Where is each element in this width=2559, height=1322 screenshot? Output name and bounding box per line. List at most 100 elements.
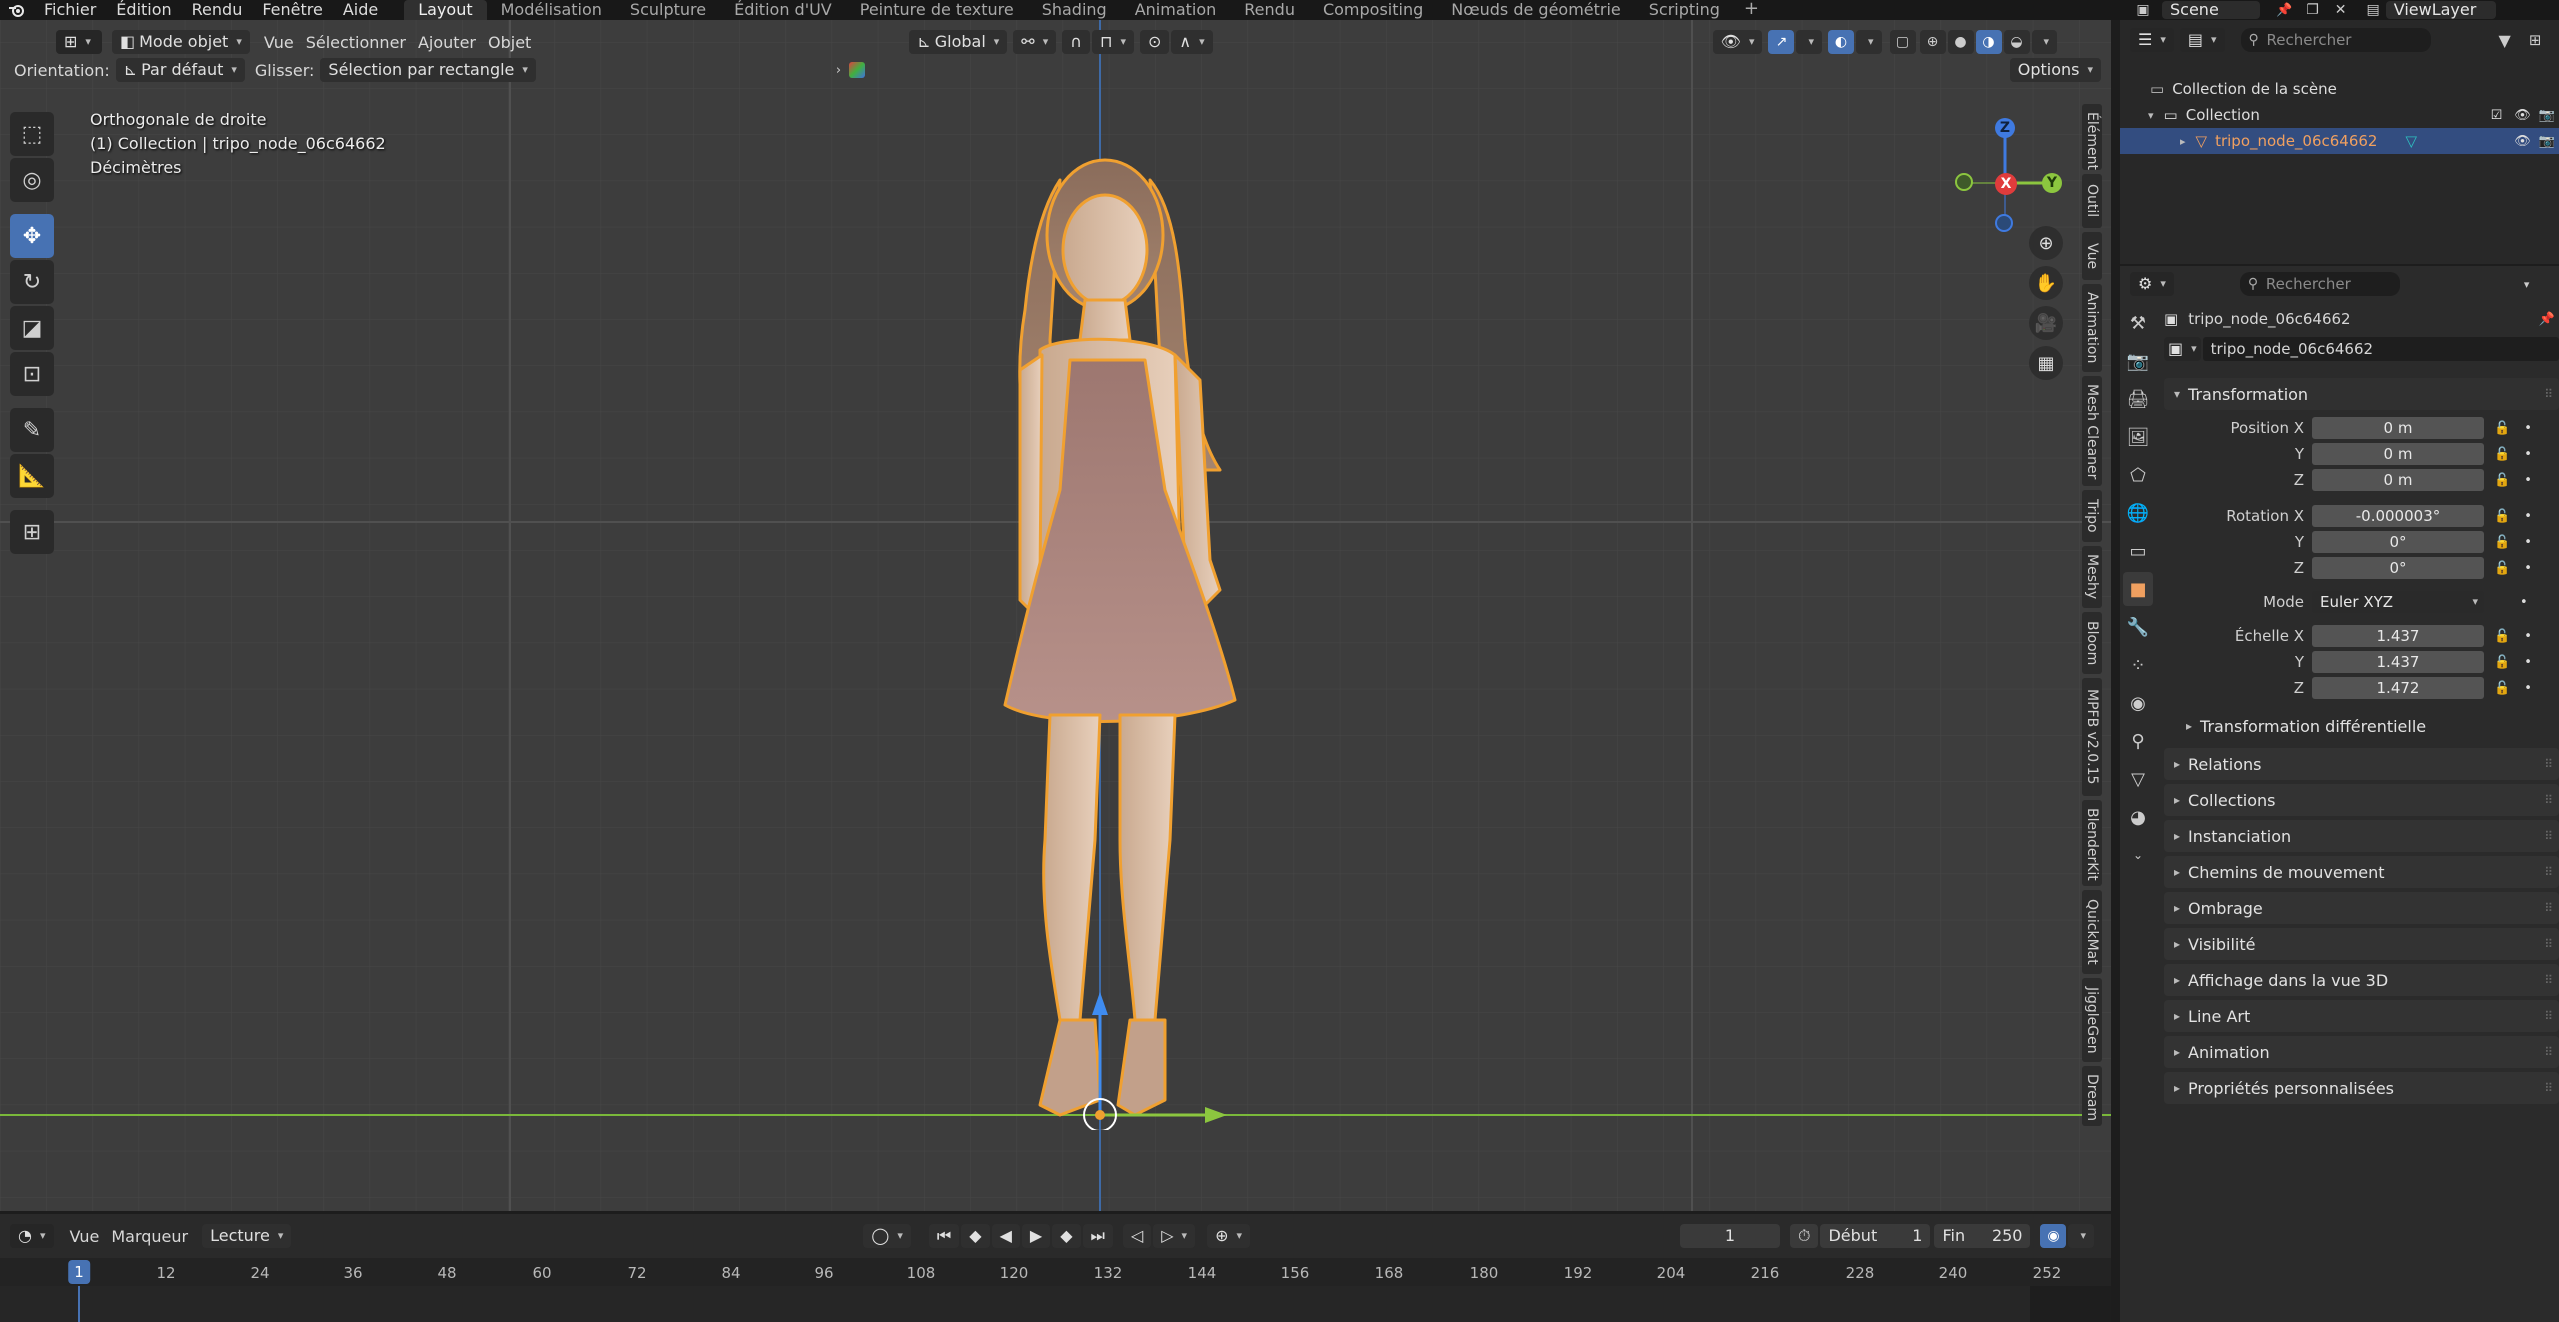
- tool-tab-icon[interactable]: ⚒: [2123, 306, 2153, 340]
- keyframe-dot-icon[interactable]: •: [2524, 655, 2532, 670]
- scale-z-field[interactable]: 1.472: [2312, 677, 2484, 699]
- mode-selector[interactable]: ◧ Mode objet ▾: [112, 30, 250, 54]
- header-expand-chevron-icon[interactable]: ›: [836, 63, 841, 78]
- timeline-editor-type[interactable]: ◔ ▾: [10, 1224, 54, 1248]
- tab-modeling[interactable]: Modélisation: [487, 0, 616, 20]
- pivot-point-button[interactable]: ⚯ ▾: [1013, 30, 1057, 54]
- ortho-toggle-button[interactable]: ▦: [2029, 346, 2063, 380]
- rotation-mode-dropdown[interactable]: Euler XYZ ▾: [2312, 591, 2484, 613]
- shading-rendered[interactable]: ◒: [2003, 30, 2030, 54]
- sidetab-meshy[interactable]: Meshy: [2082, 546, 2102, 608]
- sidetab-mesh-cleaner[interactable]: Mesh Cleaner: [2082, 376, 2102, 486]
- exclude-checkbox-icon[interactable]: ☑: [2491, 108, 2503, 123]
- position-y-field[interactable]: 0 m: [2312, 443, 2484, 465]
- timeline-keyframe-area[interactable]: [0, 1286, 2111, 1322]
- 3d-viewport[interactable]: ⊞ ▾ ◧ Mode objet ▾ Vue Sélectionner Ajouter…: [0, 20, 2111, 1211]
- mesh-data-icon[interactable]: ▽: [2405, 132, 2417, 150]
- visibility-eye-icon[interactable]: 👁: [2514, 108, 2531, 123]
- scale-y-field[interactable]: 1.437: [2312, 651, 2484, 673]
- more-tabs-chevron-icon[interactable]: ⌄: [2123, 838, 2153, 872]
- tab-shading[interactable]: Shading: [1028, 0, 1121, 20]
- timeline-ruler[interactable]: 1 12 24 36 48 60 72 84 96 108 120 132 14…: [0, 1258, 2111, 1286]
- prev-marker-button[interactable]: ◁: [1122, 1224, 1152, 1248]
- scene-name-field[interactable]: Scene: [2162, 1, 2260, 19]
- expand-chevron-icon[interactable]: ▾: [2148, 109, 2154, 122]
- tab-layout[interactable]: Layout: [404, 0, 487, 20]
- menu-help[interactable]: Aide: [333, 0, 388, 20]
- keyframe-dot-icon[interactable]: •: [2524, 473, 2532, 488]
- move-gizmo[interactable]: [1080, 980, 1240, 1130]
- keyframe-dot-icon[interactable]: •: [2524, 421, 2532, 436]
- annotate-tool[interactable]: ✎: [10, 408, 54, 452]
- gizmo-z-axis[interactable]: Z: [1995, 118, 2015, 138]
- expand-chevron-icon[interactable]: ▸: [2180, 135, 2186, 148]
- particles-tab-icon[interactable]: ⁘: [2123, 648, 2153, 682]
- pin-icon[interactable]: 📌: [2276, 3, 2292, 18]
- properties-search-input[interactable]: Rechercher: [2239, 272, 2400, 296]
- snap-toggle[interactable]: ∩: [1062, 30, 1090, 54]
- play-reverse-button[interactable]: ◀: [991, 1224, 1020, 1248]
- prev-keyframe-button[interactable]: ◆: [961, 1224, 990, 1248]
- physics-tab-icon[interactable]: ◉: [2123, 686, 2153, 720]
- add-cube-tool[interactable]: ⊞: [10, 510, 54, 554]
- shading-wireframe[interactable]: ⊕: [1919, 30, 1946, 54]
- drag-grip-icon[interactable]: ⠿: [2544, 387, 2553, 401]
- tab-texture-paint[interactable]: Peinture de texture: [846, 0, 1028, 20]
- mesh-data-tab-icon[interactable]: ▽: [2123, 762, 2153, 796]
- tab-rendering[interactable]: Rendu: [1230, 0, 1309, 20]
- proportional-edit-toggle[interactable]: ⊙: [1139, 30, 1170, 54]
- render-camera-icon[interactable]: 📷: [2539, 134, 2555, 149]
- zoom-button[interactable]: ⊕: [2029, 226, 2063, 260]
- measure-tool[interactable]: 📐: [10, 454, 54, 498]
- proportional-falloff-button[interactable]: ∧ ▾: [1171, 30, 1213, 54]
- lock-icon[interactable]: 🔓: [2494, 447, 2510, 462]
- tab-animation[interactable]: Animation: [1121, 0, 1231, 20]
- tab-sculpting[interactable]: Sculpture: [616, 0, 720, 20]
- drag-grip-icon[interactable]: ⠿: [2544, 1045, 2553, 1059]
- sidetab-mpfb[interactable]: MPFB v2.0.15: [2082, 678, 2102, 796]
- transform-orientation-dropdown[interactable]: ⊾ Global ▾: [909, 30, 1008, 54]
- delta-transform-subpanel[interactable]: ▸ Transformation différentielle: [2164, 710, 2559, 742]
- menu-render[interactable]: Rendu: [182, 0, 253, 20]
- lock-icon[interactable]: 🔓: [2494, 681, 2510, 696]
- output-tab-icon[interactable]: 🖨: [2123, 382, 2153, 416]
- panel-visibility[interactable]: ▸ Visibilité ⠿: [2164, 928, 2559, 960]
- gizmo-neg-z[interactable]: [1995, 214, 2013, 232]
- playback-dropdown[interactable]: Lecture ▾: [202, 1224, 292, 1248]
- view-layer-icon[interactable]: ▤: [2366, 2, 2379, 18]
- lock-icon[interactable]: 🔓: [2494, 535, 2510, 550]
- gizmo-toggle[interactable]: ↗: [1768, 30, 1795, 54]
- gizmo-neg-y[interactable]: [1955, 173, 1973, 191]
- menu-view[interactable]: Vue: [258, 33, 300, 52]
- timeline-menu-view[interactable]: Vue: [64, 1227, 106, 1246]
- shading-options[interactable]: ▾: [2031, 30, 2058, 54]
- object-name-field[interactable]: tripo_node_06c64662: [2202, 337, 2559, 361]
- panel-instancing[interactable]: ▸ Instanciation ⠿: [2164, 820, 2559, 852]
- jump-end-button[interactable]: ⏭: [1082, 1224, 1113, 1248]
- drag-grip-icon[interactable]: ⠿: [2544, 901, 2553, 915]
- addon-color-icon[interactable]: [849, 62, 866, 78]
- transform-tool[interactable]: ⊡: [10, 352, 54, 396]
- jump-start-button[interactable]: ⏮: [928, 1224, 960, 1248]
- menu-edit[interactable]: Édition: [106, 0, 181, 20]
- editor-type-button[interactable]: ⊞ ▾: [56, 30, 102, 54]
- sidetab-blenderkit[interactable]: BlenderKit: [2082, 800, 2102, 886]
- play-button[interactable]: ▶: [1021, 1224, 1051, 1248]
- filter-icon[interactable]: ▼: [2499, 31, 2511, 50]
- object-data-dropdown[interactable]: ▣ ▾: [2164, 337, 2201, 361]
- select-box-tool[interactable]: ⬚: [10, 112, 54, 156]
- sidetab-tool[interactable]: Outil: [2082, 174, 2102, 228]
- render-camera-icon[interactable]: 📷: [2539, 108, 2555, 123]
- timer-icon-button[interactable]: ⏱: [1790, 1224, 1819, 1248]
- shading-material[interactable]: ◑: [1975, 30, 2002, 54]
- gizmo-y-axis[interactable]: Y: [2042, 173, 2062, 193]
- sidetab-dream[interactable]: Dream: [2082, 1066, 2102, 1126]
- keyframe-dot-icon[interactable]: •: [2524, 681, 2532, 696]
- properties-options-chevron-icon[interactable]: ▾: [2524, 278, 2530, 291]
- new-collection-icon[interactable]: ⊞: [2529, 31, 2542, 49]
- properties-editor-type[interactable]: ⚙ ▾: [2130, 272, 2174, 296]
- sidetab-item[interactable]: Élément: [2082, 104, 2102, 170]
- visibility-eye-icon[interactable]: 👁: [2514, 134, 2531, 149]
- cursor-tool[interactable]: ◎: [10, 158, 54, 202]
- lock-icon[interactable]: 🔓: [2494, 655, 2510, 670]
